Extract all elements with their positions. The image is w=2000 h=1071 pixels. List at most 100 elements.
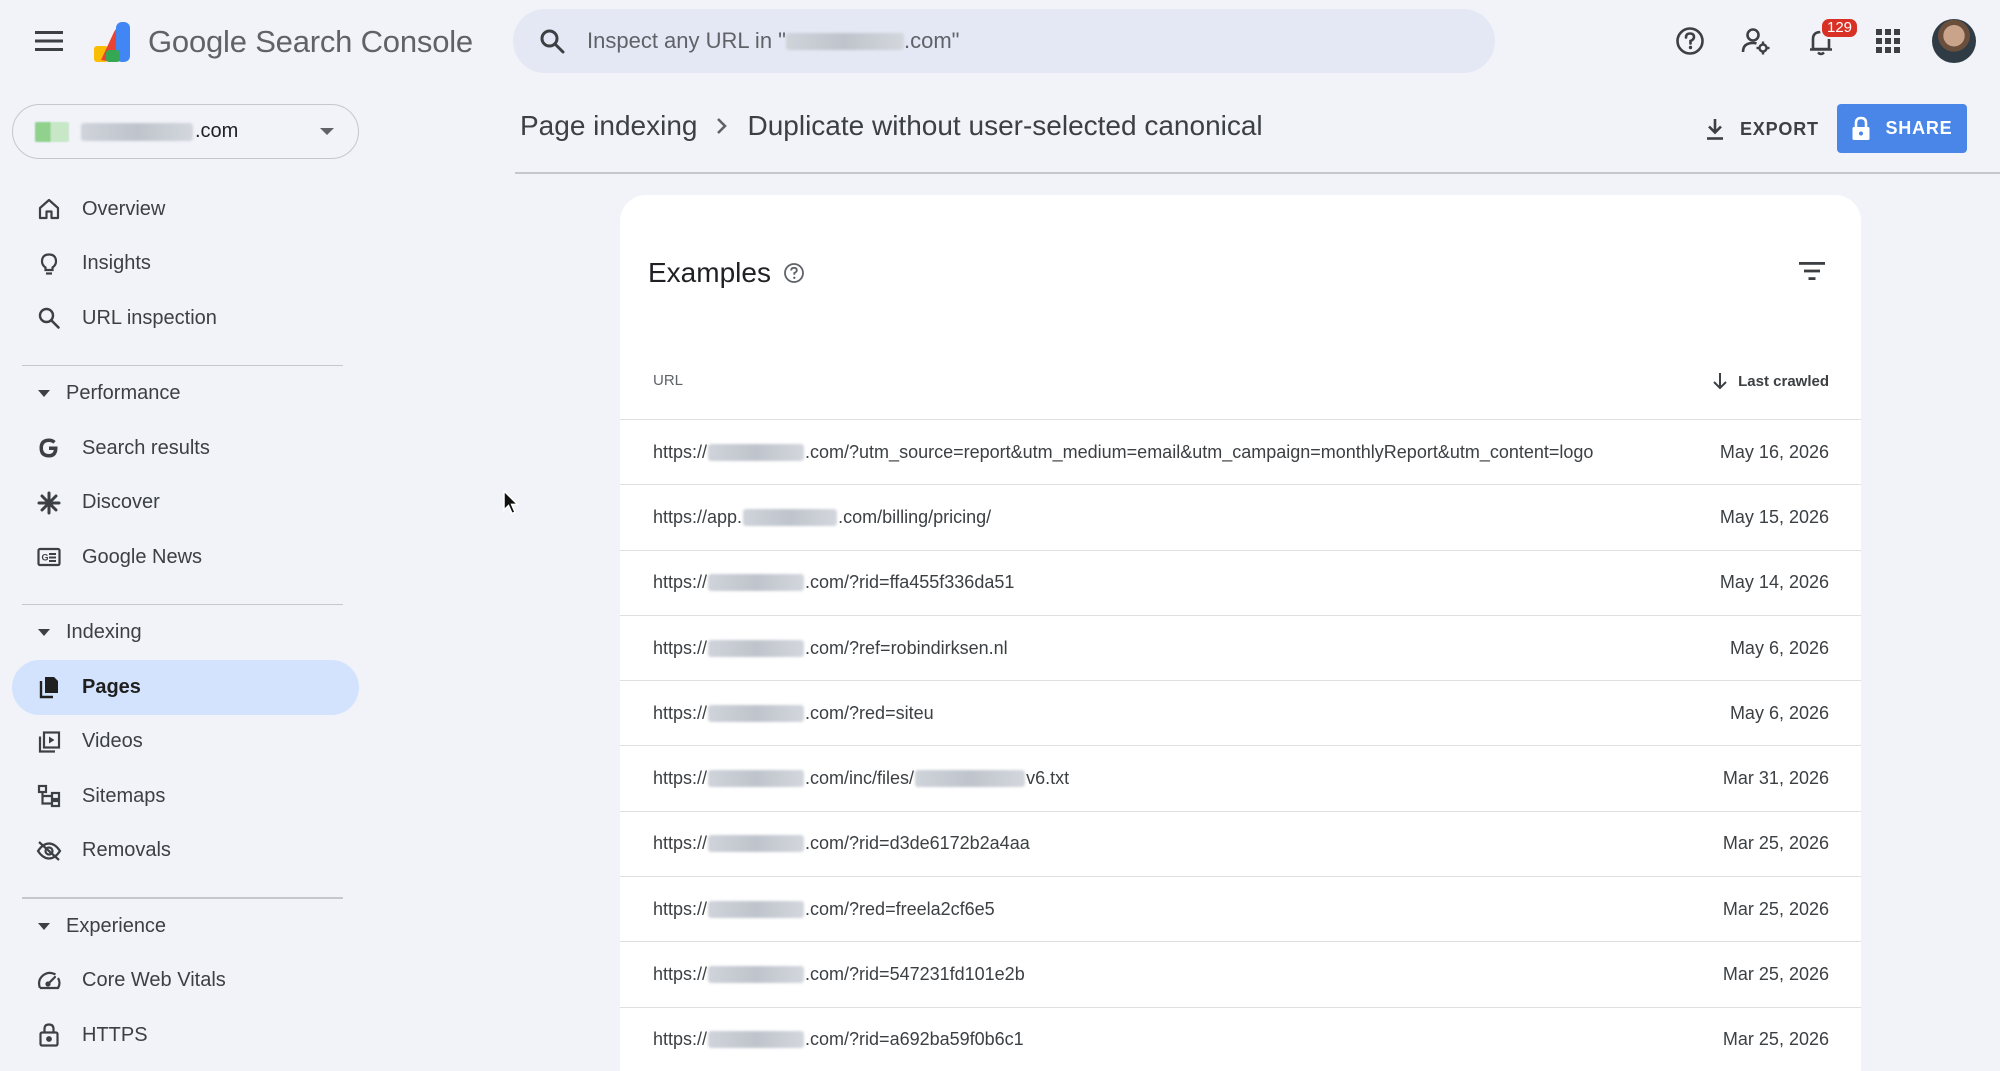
search-input[interactable]: Inspect any URL in " .com" (587, 28, 959, 54)
news-icon: G (36, 544, 62, 570)
table-row[interactable]: https://app. .com/billing/pricing/ May 15… (620, 484, 1861, 549)
sidebar-item-pages[interactable]: Pages (12, 660, 359, 715)
manage-users-icon[interactable] (1735, 20, 1777, 62)
sidebar-item-label: Overview (82, 197, 166, 220)
svg-text:G: G (42, 553, 49, 563)
export-button-label: EXPORT (1740, 118, 1819, 139)
sidebar-item-label: Videos (82, 730, 143, 753)
sidebar-item-removals[interactable]: Removals (0, 824, 370, 879)
sidebar-item-core-web-vitals[interactable]: Core Web Vitals (0, 954, 370, 1009)
url-inspect-search-bar[interactable]: Inspect any URL in " .com" (513, 9, 1495, 73)
section-experience[interactable]: Experience (0, 899, 370, 954)
row-url: https://app. .com/billing/pricing/ (653, 507, 991, 528)
sidebar-item-google-news[interactable]: G Google News (0, 530, 370, 585)
url-path: .com/?rid=a692ba59f0b6c1 (805, 1029, 1024, 1050)
app-title: Google Search Console (148, 24, 473, 60)
redacted-domain (708, 900, 805, 918)
table-row[interactable]: https:// .com/?ref=robindirksen.nl May 6,… (620, 614, 1861, 680)
collapse-arrow-icon (38, 922, 50, 930)
home-icon (36, 196, 62, 222)
column-header-last-crawled[interactable]: Last crawled (1712, 372, 1829, 390)
section-indexing[interactable]: Indexing (0, 605, 370, 660)
help-icon[interactable] (1669, 20, 1711, 62)
sidebar-item-url-inspection[interactable]: URL inspection (0, 291, 370, 346)
notification-count-badge: 129 (1820, 17, 1860, 39)
table-row[interactable]: https:// .com/inc/files/v6.txt Mar 31, 20… (620, 745, 1861, 810)
eye-off-icon (36, 838, 62, 864)
row-last-crawled: May 6, 2026 (1729, 702, 1829, 723)
section-label: Experience (66, 914, 167, 937)
collapse-arrow-icon (38, 629, 50, 636)
table-row[interactable]: https:// .com/?red=siteu May 6, 2026 (620, 680, 1861, 745)
section-label: Indexing (66, 621, 142, 643)
table-row[interactable]: https:// .com/?utm_source=report&utm_medi… (620, 419, 1861, 484)
page-title: Duplicate without user-selected canonica… (747, 110, 1263, 141)
column-header-url[interactable]: URL (653, 372, 683, 389)
table-row[interactable]: https:// .com/?rid=d3de6172b2a4aa Mar 25,… (620, 810, 1861, 876)
redacted-domain (81, 122, 193, 141)
avatar[interactable] (1932, 19, 1976, 63)
sitemap-icon (36, 783, 62, 809)
sidebar-item-discover[interactable]: Discover (0, 476, 370, 531)
export-button[interactable]: EXPORT (1690, 104, 1833, 154)
sidebar-item-insights[interactable]: Insights (0, 237, 370, 292)
menu-icon[interactable] (30, 22, 68, 60)
apps-icon[interactable] (1867, 20, 1909, 62)
examples-card: Examples URL Last crawled https:// .com/?… (620, 195, 1861, 1071)
row-url: https:// .com/?rid=a692ba59f0b6c1 (653, 1029, 1024, 1050)
lightbulb-icon (36, 251, 62, 277)
notifications-icon[interactable]: 129 (1800, 17, 1860, 62)
sidebar-item-search-results[interactable]: Search results (0, 421, 370, 476)
url-prefix: https:// (653, 441, 708, 462)
breadcrumb-page-indexing[interactable]: Page indexing (520, 110, 697, 142)
examples-title-text: Examples (648, 257, 771, 288)
search-placeholder-suffix: .com" (903, 28, 960, 53)
row-url: https:// .com/inc/files/v6.txt (653, 768, 1069, 789)
google-g-icon (36, 435, 62, 461)
redacted-filename (915, 770, 1026, 788)
help-icon[interactable] (783, 262, 805, 284)
url-path: .com/inc/files/ (805, 768, 915, 789)
breadcrumb: Page indexing Duplicate without user-sel… (520, 110, 1263, 142)
sidebar-item-label: HTTPS (82, 1023, 148, 1046)
table-row[interactable]: https:// .com/?rid=a692ba59f0b6c1 Mar 25,… (620, 1006, 1861, 1071)
app-title-product: Search Console (255, 24, 473, 59)
row-last-crawled: Mar 25, 2026 (1722, 964, 1829, 985)
section-performance[interactable]: Performance (0, 366, 370, 421)
app-title-google: Google (148, 24, 247, 59)
table-row[interactable]: https:// .com/?red=freela2cf6e5 Mar 25, 2… (620, 876, 1861, 941)
filter-icon[interactable] (1792, 251, 1832, 291)
chevron-right-icon (715, 116, 729, 136)
sidebar-item-videos[interactable]: Videos (0, 715, 370, 770)
sidebar-item-overview[interactable]: Overview (0, 182, 370, 237)
url-path: .com/?rid=ffa455f336da51 (805, 572, 1015, 593)
sidebar-item-label: URL inspection (82, 306, 217, 329)
pages-icon (36, 674, 62, 700)
redacted-domain (708, 639, 805, 657)
table-row[interactable]: https:// .com/?rid=547231fd101e2b Mar 25,… (620, 941, 1861, 1006)
sidebar-item-label: Search results (82, 436, 210, 459)
sidebar-item-https[interactable]: HTTPS (0, 1008, 370, 1063)
row-url: https:// .com/?red=freela2cf6e5 (653, 899, 995, 920)
redacted-domain (743, 508, 838, 526)
row-last-crawled: Mar 25, 2026 (1722, 898, 1829, 919)
search-console-logo[interactable]: Google Search Console (92, 20, 473, 64)
redacted-domain (708, 704, 805, 722)
url-path: .com/?utm_source=report&utm_medium=email… (805, 441, 1594, 462)
sidebar-item-label: Insights (82, 252, 151, 275)
header-divider (515, 172, 2000, 174)
url-prefix: https://app. (653, 506, 743, 527)
video-library-icon (36, 729, 62, 755)
sidebar-item-sitemaps[interactable]: Sitemaps (0, 769, 370, 824)
search-icon (36, 305, 62, 331)
caret-down-icon (320, 128, 334, 135)
table-row[interactable]: https:// .com/?rid=ffa455f336da51 May 14,… (620, 549, 1861, 615)
url-path: .com/?rid=d3de6172b2a4aa (805, 833, 1030, 854)
property-selector[interactable]: .com (12, 104, 359, 159)
share-button[interactable]: SHARE (1837, 104, 1967, 153)
share-button-label: SHARE (1885, 118, 1953, 138)
url-path: .com/?red=siteu (805, 702, 934, 723)
row-last-crawled: May 14, 2026 (1719, 572, 1829, 593)
examples-table: https:// .com/?utm_source=report&utm_medi… (620, 419, 1861, 1071)
search-placeholder-prefix: Inspect any URL in " (587, 28, 786, 53)
